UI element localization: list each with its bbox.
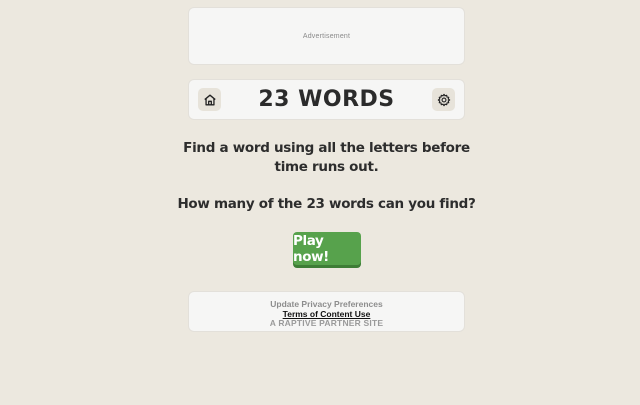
question-text: How many of the 23 words can you find? bbox=[177, 196, 476, 212]
footer-box: Update Privacy Preferences Terms of Cont… bbox=[188, 291, 465, 332]
game-title: 23 WORDS bbox=[258, 87, 395, 112]
play-now-button[interactable]: Play now! bbox=[293, 232, 361, 265]
partner-site-label: A RAPTIVE PARTNER SITE bbox=[269, 318, 384, 328]
header-bar: 23 WORDS bbox=[188, 79, 465, 120]
settings-button[interactable] bbox=[432, 88, 455, 111]
advertisement-label: Advertisement bbox=[302, 32, 351, 40]
advertisement-box: Advertisement bbox=[188, 7, 465, 65]
gear-icon bbox=[437, 93, 451, 107]
intro-text: Find a word using all the letters before… bbox=[183, 140, 470, 175]
